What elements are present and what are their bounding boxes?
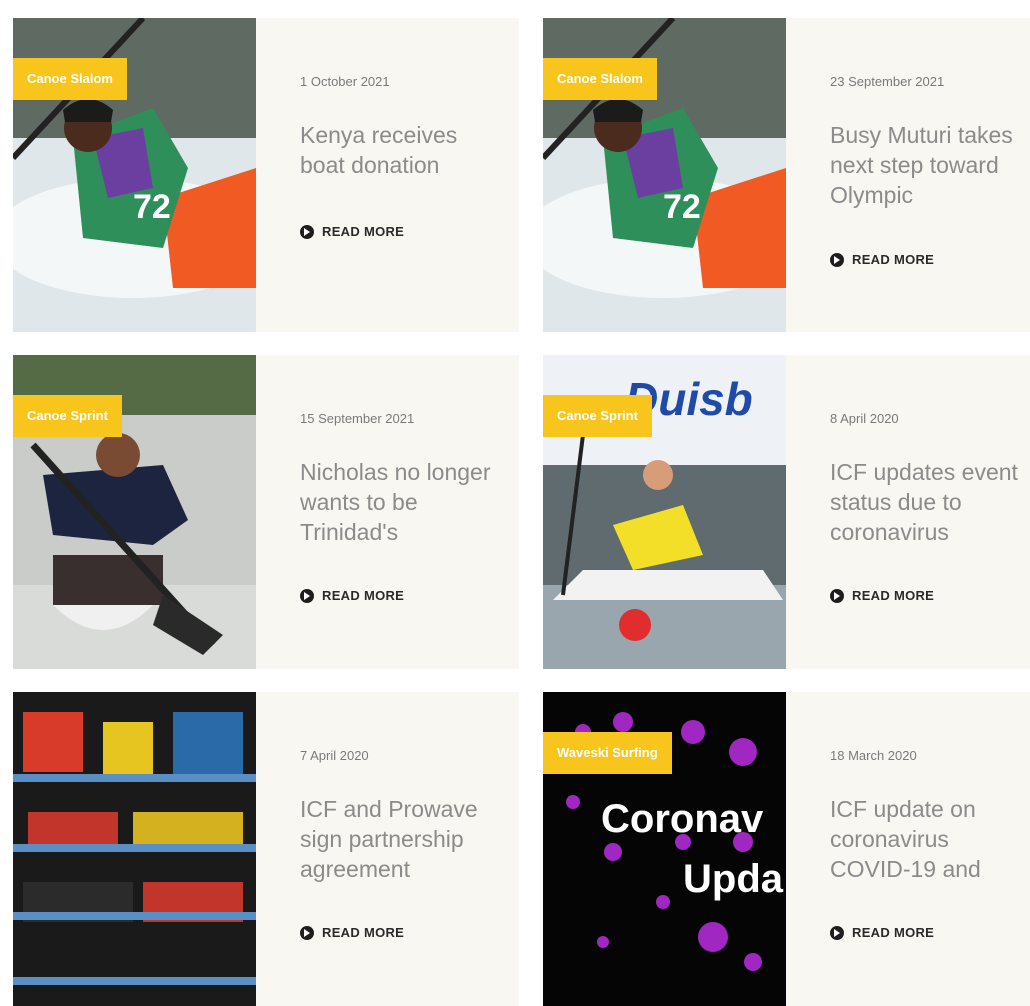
article-image[interactable]: 72 Canoe Slalom xyxy=(13,18,256,332)
bib-number: 72 xyxy=(133,188,171,226)
news-card[interactable]: Coronav Upda Waveski Surfing 18 March 20… xyxy=(543,692,1030,1006)
read-more-link[interactable]: READ MORE xyxy=(300,224,404,239)
read-more-label: READ MORE xyxy=(322,925,405,940)
news-card[interactable]: Canoe Sprint 15 September 2021 Nicholas … xyxy=(13,355,519,669)
category-tag[interactable]: Canoe Slalom xyxy=(13,58,127,100)
bib-number: 72 xyxy=(663,188,701,226)
card-body: 1 October 2021 Kenya receives boat donat… xyxy=(256,18,519,332)
arrow-circle-icon xyxy=(830,588,844,603)
article-date: 1 October 2021 xyxy=(300,74,390,89)
read-more-link[interactable]: READ MORE xyxy=(830,925,934,940)
article-image[interactable]: Duisb Canoe Sprint xyxy=(543,355,786,669)
news-card[interactable]: 72 Canoe Slalom 1 October 2021 Kenya rec… xyxy=(13,18,519,332)
article-title[interactable]: Busy Muturi takes next step toward Olymp… xyxy=(830,120,1030,210)
article-image[interactable]: 72 Canoe Slalom xyxy=(543,18,786,332)
arrow-circle-icon xyxy=(300,224,314,239)
article-title[interactable]: Nicholas no longer wants to be Trinidad'… xyxy=(300,457,500,547)
read-more-label: READ MORE xyxy=(322,224,405,239)
overlay-text-1: Coronav xyxy=(601,797,764,841)
read-more-link[interactable]: READ MORE xyxy=(830,588,934,603)
card-body: 8 April 2020 ICF updates event status du… xyxy=(786,355,1030,669)
card-body: 23 September 2021 Busy Muturi takes next… xyxy=(786,18,1030,332)
card-body: 7 April 2020 ICF and Prowave sign partne… xyxy=(256,692,519,1006)
article-date: 8 April 2020 xyxy=(830,411,899,426)
arrow-circle-icon xyxy=(830,252,844,267)
read-more-label: READ MORE xyxy=(852,252,935,267)
category-tag[interactable]: Canoe Sprint xyxy=(13,395,122,437)
read-more-label: READ MORE xyxy=(852,588,935,603)
news-card[interactable]: 72 Canoe Slalom 23 September 2021 Busy M… xyxy=(543,18,1030,332)
article-image[interactable]: Coronav Upda Waveski Surfing xyxy=(543,692,786,1006)
article-date: 23 September 2021 xyxy=(830,74,945,89)
news-card[interactable]: Duisb Canoe Sprint 8 April 2020 ICF upda… xyxy=(543,355,1030,669)
read-more-link[interactable]: READ MORE xyxy=(300,588,404,603)
article-date: 7 April 2020 xyxy=(300,748,369,763)
article-title[interactable]: Kenya receives boat donation xyxy=(300,120,500,180)
read-more-link[interactable]: READ MORE xyxy=(830,252,934,267)
category-tag[interactable]: Waveski Surfing xyxy=(543,732,672,774)
arrow-circle-icon xyxy=(300,588,314,603)
card-body: 18 March 2020 ICF update on coronavirus … xyxy=(786,692,1030,1006)
article-image[interactable]: Canoe Sprint xyxy=(13,355,256,669)
read-more-label: READ MORE xyxy=(322,588,405,603)
kayak-rack-photo xyxy=(13,692,256,1006)
article-date: 18 March 2020 xyxy=(830,748,917,763)
article-image[interactable] xyxy=(13,692,256,1006)
news-card[interactable]: 7 April 2020 ICF and Prowave sign partne… xyxy=(13,692,519,1006)
arrow-circle-icon xyxy=(830,925,844,940)
overlay-text-2: Upda xyxy=(683,857,784,901)
article-title[interactable]: ICF and Prowave sign partnership agreeme… xyxy=(300,794,500,884)
category-tag[interactable]: Canoe Slalom xyxy=(543,58,657,100)
article-title[interactable]: ICF update on coronavirus COVID-19 and xyxy=(830,794,1030,884)
article-date: 15 September 2021 xyxy=(300,411,415,426)
read-more-link[interactable]: READ MORE xyxy=(300,925,404,940)
arrow-circle-icon xyxy=(300,925,314,940)
category-tag[interactable]: Canoe Sprint xyxy=(543,395,652,437)
read-more-label: READ MORE xyxy=(852,925,935,940)
card-body: 15 September 2021 Nicholas no longer wan… xyxy=(256,355,519,669)
article-title[interactable]: ICF updates event status due to coronavi… xyxy=(830,457,1030,547)
